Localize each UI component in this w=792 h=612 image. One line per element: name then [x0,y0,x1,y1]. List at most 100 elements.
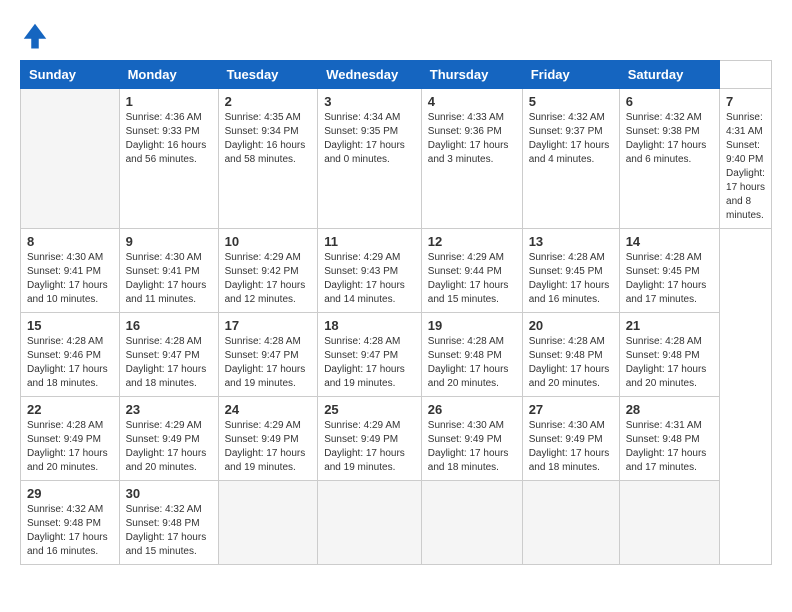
day-header-sunday: Sunday [21,61,120,89]
empty-cell [218,481,318,565]
empty-cell [619,481,719,565]
day-info: Sunrise: 4:36 AMSunset: 9:33 PMDaylight:… [126,111,212,167]
day-number: 1 [126,94,212,109]
day-info: Sunrise: 4:29 AMSunset: 9:49 PMDaylight:… [225,419,312,475]
day-info: Sunrise: 4:31 AMSunset: 9:40 PMDaylight:… [726,111,765,223]
day-number: 17 [225,318,312,333]
empty-cell [421,481,522,565]
day-number: 9 [126,234,212,249]
day-cell-16: 16 Sunrise: 4:28 AMSunset: 9:47 PMDayligh… [119,313,218,397]
empty-cell [21,89,120,229]
page-header [20,20,772,50]
day-number: 6 [626,94,713,109]
day-number: 7 [726,94,765,109]
day-number: 21 [626,318,713,333]
day-cell-1: 1 Sunrise: 4:36 AMSunset: 9:33 PMDaylight… [119,89,218,229]
day-number: 8 [27,234,113,249]
day-cell-17: 17 Sunrise: 4:28 AMSunset: 9:47 PMDayligh… [218,313,318,397]
day-cell-13: 13 Sunrise: 4:28 AMSunset: 9:45 PMDayligh… [522,229,619,313]
day-info: Sunrise: 4:28 AMSunset: 9:48 PMDaylight:… [529,335,613,391]
day-info: Sunrise: 4:32 AMSunset: 9:38 PMDaylight:… [626,111,713,167]
day-info: Sunrise: 4:28 AMSunset: 9:46 PMDaylight:… [27,335,113,391]
day-cell-25: 25Sunrise: 4:29 AMSunset: 9:49 PMDayligh… [318,397,422,481]
empty-cell [318,481,422,565]
day-info: Sunrise: 4:28 AMSunset: 9:49 PMDaylight:… [27,419,113,475]
day-number: 20 [529,318,613,333]
week-row-4: 22 Sunrise: 4:28 AMSunset: 9:49 PMDayligh… [21,397,772,481]
day-header-thursday: Thursday [421,61,522,89]
empty-cell [522,481,619,565]
day-number: 13 [529,234,613,249]
day-cell-20: 20 Sunrise: 4:28 AMSunset: 9:48 PMDayligh… [522,313,619,397]
day-cell-6: 6 Sunrise: 4:32 AMSunset: 9:38 PMDaylight… [619,89,719,229]
day-info: Sunrise: 4:28 AMSunset: 9:48 PMDaylight:… [428,335,516,391]
day-cell-11: 11 Sunrise: 4:29 AMSunset: 9:43 PMDayligh… [318,229,422,313]
day-cell-28: 28 Sunrise: 4:31 AMSunset: 9:48 PMDayligh… [619,397,719,481]
day-info: Sunrise: 4:32 AMSunset: 9:48 PMDaylight:… [126,503,212,559]
day-cell-14: 14Sunrise: 4:28 AMSunset: 9:45 PMDayligh… [619,229,719,313]
calendar-table: SundayMondayTuesdayWednesdayThursdayFrid… [20,60,772,565]
week-row-2: 8 Sunrise: 4:30 AMSunset: 9:41 PMDaylight… [21,229,772,313]
day-header-saturday: Saturday [619,61,719,89]
day-info: Sunrise: 4:33 AMSunset: 9:36 PMDaylight:… [428,111,516,167]
day-info: Sunrise: 4:32 AMSunset: 9:37 PMDaylight:… [529,111,613,167]
day-number: 2 [225,94,312,109]
day-info: Sunrise: 4:32 AMSunset: 9:48 PMDaylight:… [27,503,113,559]
day-info: Sunrise: 4:30 AMSunset: 9:41 PMDaylight:… [27,251,113,307]
day-header-monday: Monday [119,61,218,89]
day-number: 18 [324,318,415,333]
day-number: 19 [428,318,516,333]
day-number: 10 [225,234,312,249]
day-number: 29 [27,486,113,501]
day-header-friday: Friday [522,61,619,89]
day-cell-26: 26 Sunrise: 4:30 AMSunset: 9:49 PMDayligh… [421,397,522,481]
day-cell-9: 9Sunrise: 4:30 AMSunset: 9:41 PMDaylight… [119,229,218,313]
day-info: Sunrise: 4:28 AMSunset: 9:47 PMDaylight:… [126,335,212,391]
day-cell-21: 21Sunrise: 4:28 AMSunset: 9:48 PMDayligh… [619,313,719,397]
day-info: Sunrise: 4:29 AMSunset: 9:43 PMDaylight:… [324,251,415,307]
week-row-5: 29 Sunrise: 4:32 AMSunset: 9:48 PMDayligh… [21,481,772,565]
day-cell-18: 18 Sunrise: 4:28 AMSunset: 9:47 PMDayligh… [318,313,422,397]
day-cell-7: 7 Sunrise: 4:31 AMSunset: 9:40 PMDaylight… [720,89,772,229]
day-header-wednesday: Wednesday [318,61,422,89]
day-number: 11 [324,234,415,249]
day-cell-3: 3 Sunrise: 4:34 AMSunset: 9:35 PMDaylight… [318,89,422,229]
day-number: 27 [529,402,613,417]
day-info: Sunrise: 4:29 AMSunset: 9:49 PMDaylight:… [324,419,415,475]
day-cell-27: 27Sunrise: 4:30 AMSunset: 9:49 PMDayligh… [522,397,619,481]
day-info: Sunrise: 4:34 AMSunset: 9:35 PMDaylight:… [324,111,415,167]
day-cell-5: 5 Sunrise: 4:32 AMSunset: 9:37 PMDaylight… [522,89,619,229]
day-cell-12: 12 Sunrise: 4:29 AMSunset: 9:44 PMDayligh… [421,229,522,313]
day-number: 15 [27,318,113,333]
day-cell-2: 2Sunrise: 4:35 AMSunset: 9:34 PMDaylight… [218,89,318,229]
week-row-1: 1 Sunrise: 4:36 AMSunset: 9:33 PMDaylight… [21,89,772,229]
day-number: 3 [324,94,415,109]
day-number: 26 [428,402,516,417]
day-info: Sunrise: 4:29 AMSunset: 9:44 PMDaylight:… [428,251,516,307]
day-number: 22 [27,402,113,417]
day-cell-30: 30 Sunrise: 4:32 AMSunset: 9:48 PMDayligh… [119,481,218,565]
day-cell-8: 8 Sunrise: 4:30 AMSunset: 9:41 PMDaylight… [21,229,120,313]
day-info: Sunrise: 4:28 AMSunset: 9:47 PMDaylight:… [324,335,415,391]
day-cell-23: 23 Sunrise: 4:29 AMSunset: 9:49 PMDayligh… [119,397,218,481]
day-number: 5 [529,94,613,109]
day-info: Sunrise: 4:28 AMSunset: 9:45 PMDaylight:… [529,251,613,307]
day-number: 28 [626,402,713,417]
day-info: Sunrise: 4:31 AMSunset: 9:48 PMDaylight:… [626,419,713,475]
day-info: Sunrise: 4:30 AMSunset: 9:49 PMDaylight:… [428,419,516,475]
day-info: Sunrise: 4:28 AMSunset: 9:45 PMDaylight:… [626,251,713,307]
day-number: 12 [428,234,516,249]
logo [20,20,54,50]
day-number: 24 [225,402,312,417]
day-info: Sunrise: 4:29 AMSunset: 9:49 PMDaylight:… [126,419,212,475]
day-number: 23 [126,402,212,417]
day-number: 4 [428,94,516,109]
day-number: 16 [126,318,212,333]
day-cell-29: 29 Sunrise: 4:32 AMSunset: 9:48 PMDayligh… [21,481,120,565]
day-cell-22: 22 Sunrise: 4:28 AMSunset: 9:49 PMDayligh… [21,397,120,481]
day-info: Sunrise: 4:29 AMSunset: 9:42 PMDaylight:… [225,251,312,307]
day-number: 30 [126,486,212,501]
day-cell-24: 24 Sunrise: 4:29 AMSunset: 9:49 PMDayligh… [218,397,318,481]
logo-icon [20,20,50,50]
day-info: Sunrise: 4:28 AMSunset: 9:47 PMDaylight:… [225,335,312,391]
